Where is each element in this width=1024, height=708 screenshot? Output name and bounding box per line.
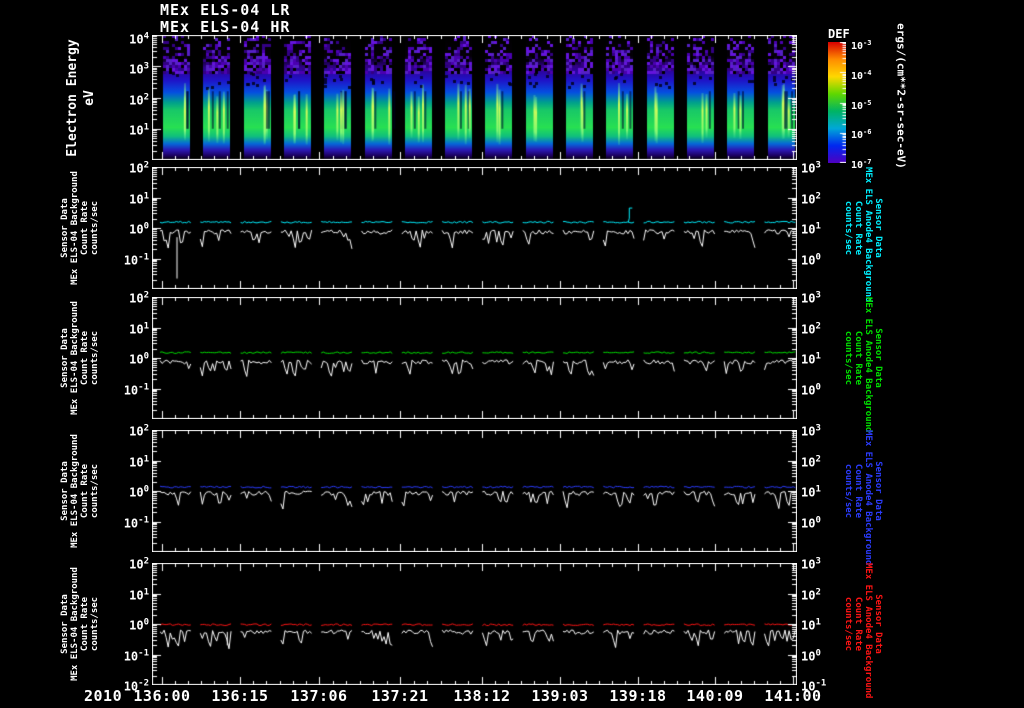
colorbar-tick-label: 10-3 bbox=[851, 38, 872, 53]
y-tick-label: 101 bbox=[129, 191, 149, 206]
y-tick-label: 103 bbox=[801, 290, 821, 306]
count-rate-panel-4-canvas bbox=[152, 563, 797, 685]
y-tick-label: 102 bbox=[129, 290, 149, 306]
x-tick-label: 139:03 bbox=[531, 687, 589, 705]
spectrogram-ylabel-line2: eV bbox=[82, 89, 97, 106]
y-tick-label: 100 bbox=[801, 648, 821, 663]
colorbar-unit-label: ergs/(cm**2-sr-sec-eV) bbox=[888, 2, 914, 190]
year-label: 2010 bbox=[84, 687, 123, 705]
y-tick-label: 100 bbox=[129, 617, 149, 633]
y-tick-label: 101 bbox=[129, 321, 149, 336]
colorbar-tick-label: 10-6 bbox=[851, 128, 872, 142]
y-tick-label: 102 bbox=[801, 587, 821, 602]
y-tick-label: 102 bbox=[801, 191, 821, 206]
y-tick-label: 10-1 bbox=[123, 648, 149, 663]
colorbar-unit-text: ergs/(cm**2-sr-sec-eV) bbox=[894, 23, 908, 169]
plot-window: MEx ELS-04 LR MEx ELS-04 HR Electron Ene… bbox=[0, 0, 1024, 708]
spectrogram-ylabel-line1: Electron Energy bbox=[65, 38, 80, 157]
count-rate-left-axis-label: Sensor Data MEx ELS-04 Background Count Ra… bbox=[60, 434, 100, 548]
x-tick-label: 138:12 bbox=[453, 687, 511, 705]
x-tick-label: 136:00 bbox=[133, 687, 191, 705]
x-tick-label: 137:21 bbox=[371, 687, 429, 705]
y-tick-label: 102 bbox=[129, 423, 149, 439]
spectrogram-canvas bbox=[152, 35, 797, 160]
x-tick-label: 141:00 bbox=[764, 687, 822, 705]
y-tick-label: 100 bbox=[129, 221, 149, 237]
x-tick-label: 139:18 bbox=[609, 687, 667, 705]
y-tick-label: 10-1 bbox=[123, 515, 149, 530]
y-tick-label: 102 bbox=[129, 92, 149, 108]
anode-background-right-label: Sensor Data MEx ELS Anode4 Background Coun… bbox=[843, 297, 883, 433]
colorbar-tick-label: 10-5 bbox=[851, 98, 872, 112]
y-tick-label: 101 bbox=[801, 617, 821, 633]
y-tick-label: 101 bbox=[801, 221, 821, 237]
anode-background-right-label: Sensor Data MEx ELS Anode4 Background Coun… bbox=[843, 167, 883, 303]
y-tick-label: 103 bbox=[129, 61, 149, 77]
y-tick-label: 100 bbox=[801, 515, 821, 530]
y-tick-label: 100 bbox=[129, 351, 149, 367]
y-tick-label: 101 bbox=[801, 351, 821, 367]
y-tick-label: 102 bbox=[801, 321, 821, 336]
colorbar-tick-label: 10-4 bbox=[851, 68, 872, 82]
y-tick-label: 103 bbox=[801, 556, 821, 572]
y-tick-label: 100 bbox=[801, 252, 821, 267]
y-tick-label: 101 bbox=[801, 484, 821, 500]
count-rate-panel-2-canvas bbox=[152, 297, 797, 419]
x-tick-label: 140:09 bbox=[686, 687, 744, 705]
colorbar bbox=[828, 42, 846, 163]
y-tick-label: 10-1 bbox=[123, 382, 149, 397]
y-tick-label: 101 bbox=[129, 454, 149, 469]
anode-background-right-label: Sensor Data MEx ELS Anode4 Background Coun… bbox=[843, 563, 883, 699]
y-tick-label: 102 bbox=[129, 556, 149, 572]
count-rate-left-axis-label: Sensor Data MEx ELS-04 Background Count Ra… bbox=[60, 567, 100, 681]
x-tick-label: 136:15 bbox=[211, 687, 269, 705]
y-tick-label: 104 bbox=[129, 31, 149, 47]
colorbar-title: DEF bbox=[828, 27, 850, 41]
count-rate-panel-3-canvas bbox=[152, 430, 797, 552]
y-tick-label: 103 bbox=[801, 423, 821, 439]
spectrogram-y-axis-label: Electron Energy eV bbox=[58, 35, 104, 160]
y-tick-label: 102 bbox=[801, 454, 821, 469]
y-tick-label: 100 bbox=[801, 382, 821, 397]
count-rate-left-axis-label: Sensor Data MEx ELS-04 Background Count Ra… bbox=[60, 301, 100, 415]
y-tick-label: 100 bbox=[129, 484, 149, 500]
count-rate-panel-1-canvas bbox=[152, 167, 797, 289]
y-tick-label: 10-1 bbox=[123, 252, 149, 267]
y-tick-label: 102 bbox=[129, 160, 149, 176]
anode-background-right-label: Sensor Data MEx ELS Anode4 Background Coun… bbox=[843, 430, 883, 566]
y-tick-label: 103 bbox=[801, 160, 821, 176]
count-rate-left-axis-label: Sensor Data MEx ELS-04 Background Count Ra… bbox=[60, 171, 100, 285]
plot-title-lr: MEx ELS-04 LR bbox=[160, 1, 291, 19]
x-tick-label: 137:06 bbox=[290, 687, 348, 705]
y-tick-label: 101 bbox=[129, 587, 149, 602]
colorbar-tick-label: 10-7 bbox=[851, 158, 872, 172]
plot-title-hr: MEx ELS-04 HR bbox=[160, 18, 291, 36]
y-tick-label: 101 bbox=[129, 122, 149, 138]
